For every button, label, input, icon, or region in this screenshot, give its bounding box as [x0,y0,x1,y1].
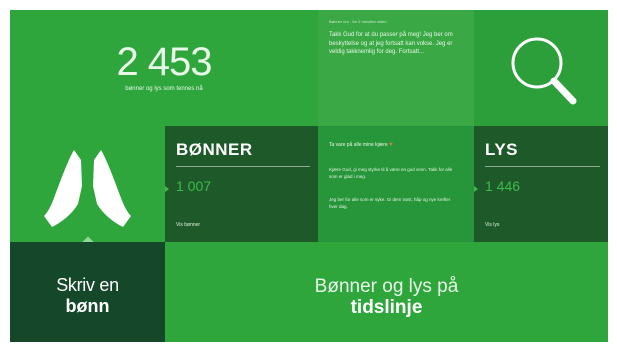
heart-icon: ♥ [389,142,393,148]
live-counter-tile: 2 453 bønner og lys som tennes nå [10,10,318,126]
prayers-count: 1 007 [176,178,212,194]
candles-divider [485,166,600,167]
show-candles-link[interactable]: Vis lys [485,222,499,228]
write-prayer-label-2: bønn [65,296,110,316]
recent-prayer-intro: Ta vare på alle mine kjære ♥ [329,142,464,148]
prayers-divider [176,166,310,167]
candles-title: LYS [485,140,519,159]
recent-prayer-item: Kjære Gud, gi meg styrke til å være en g… [329,167,453,179]
prayer-preview-meta: Bønner om · for 2 minutter siden [329,19,387,24]
write-prayer-button[interactable]: Skriv en bønn [10,242,165,342]
timeline-label-1: Bønner og lys på [314,276,459,297]
recent-prayers-tile[interactable]: Ta vare på alle mine kjære ♥ Kjære Gud, … [318,126,474,242]
write-prayer-label-1: Skriv en [56,275,119,295]
prayers-count-tile[interactable]: BØNNER 1 007 Vis bønner [165,126,318,242]
show-prayers-link[interactable]: Vis bønner [176,222,200,228]
prayers-title: BØNNER [176,140,253,159]
candles-count-tile[interactable]: LYS 1 446 Vis lys [474,126,608,242]
live-counter-caption: bønner og lys som tennes nå [125,86,203,92]
prayer-preview-tile[interactable]: Bønner om · for 2 minutter siden Takk Gu… [318,10,474,126]
recent-prayer-item: Jeg ber for alle som er syke. Gi dem trø… [329,197,451,209]
prayer-dashboard: 2 453 bønner og lys som tennes nå Bønner… [10,10,608,342]
candles-count: 1 446 [485,178,521,194]
caret-right-icon [474,186,478,192]
timeline-label-2: tidslinje [350,297,423,318]
recent-prayer-intro-text: Ta vare på alle mine kjære ♥ [329,142,393,148]
timeline-button[interactable]: Bønner og lys på tidslinje [165,242,608,342]
caret-right-icon [165,186,169,192]
live-counter-value: 2 453 [116,40,212,84]
pray-tile[interactable] [10,126,165,242]
prayer-preview-text: Takk Gud for at du passer på meg! Jeg be… [329,32,453,55]
search-button[interactable] [474,10,608,126]
praying-hands-icon [44,150,131,227]
search-icon [511,37,577,105]
